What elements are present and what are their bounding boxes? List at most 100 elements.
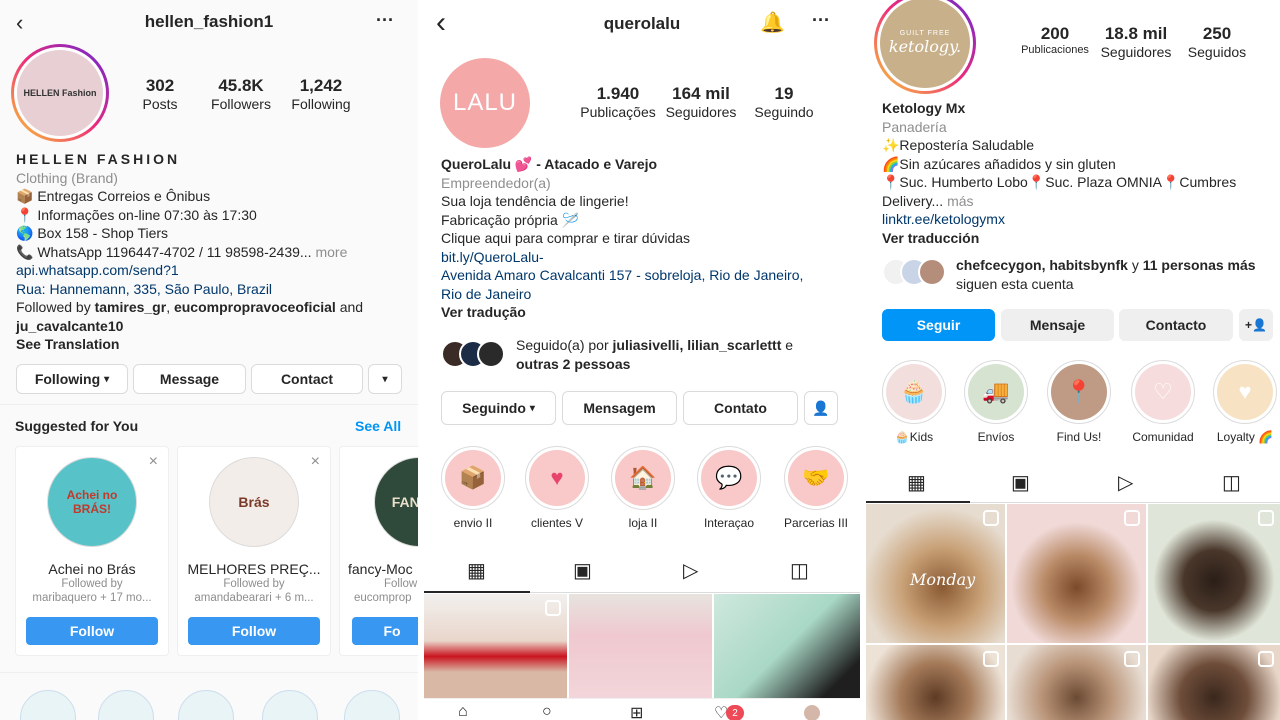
following-value: 250	[1202, 24, 1232, 43]
see-translation-link[interactable]: See Translation	[16, 335, 412, 354]
post-thumbnail[interactable]	[866, 645, 1005, 720]
following-button[interactable]: Following ▾	[16, 364, 128, 394]
message-button[interactable]: Mensaje	[1001, 309, 1114, 341]
posts-count[interactable]: 1.940 Publicações	[574, 84, 662, 120]
avatar-tagline: GUILT FREE	[899, 30, 951, 37]
close-icon[interactable]: ×	[311, 453, 320, 471]
posts-count[interactable]: 200 Publicaciones	[1014, 24, 1096, 56]
highlight-circle[interactable]	[262, 690, 318, 720]
suggestion-avatar[interactable]: Achei no BRÁS!	[47, 457, 137, 547]
avatar[interactable]: LALU	[440, 58, 530, 148]
highlight-interacao[interactable]: 💬 Interaçao	[694, 446, 764, 530]
followed-by-others[interactable]: 11 personas más	[1143, 257, 1256, 273]
suggestions-toggle-button[interactable]: ▾	[368, 364, 402, 394]
address-link[interactable]: Avenida Amaro Cavalcanti 157 - sobreloja…	[441, 266, 856, 285]
add-post-icon[interactable]: ⊞	[630, 703, 643, 720]
suggestion-name[interactable]: fancy-Moc	[340, 561, 418, 577]
play-icon[interactable]: ▷	[1118, 470, 1133, 495]
address-link[interactable]: Rio de Janeiro	[441, 285, 856, 304]
bio-link[interactable]: api.whatsapp.com/send?1	[16, 261, 412, 280]
highlight-loyalty[interactable]: ♥ Loyalty 🌈	[1210, 360, 1280, 444]
highlight-envios[interactable]: 🚚 Envíos	[962, 360, 1030, 444]
follow-button[interactable]: Follow	[188, 617, 320, 645]
suggestion-name[interactable]: Achei no Brás	[16, 561, 168, 577]
follow-button[interactable]: Seguir	[882, 309, 995, 341]
grid-icon[interactable]: ▦	[907, 470, 926, 495]
bio-link[interactable]: bit.ly/QueroLalu-	[441, 248, 856, 267]
add-person-button[interactable]: +👤	[1239, 309, 1273, 341]
message-button[interactable]: Message	[133, 364, 246, 394]
post-thumbnail[interactable]: Monday	[866, 504, 1005, 643]
search-icon[interactable]: ○	[542, 703, 552, 720]
add-person-button[interactable]: 👤	[804, 391, 838, 425]
translate-link[interactable]: Ver traducción	[882, 229, 1278, 248]
highlight-find-us[interactable]: 📍 Find Us!	[1045, 360, 1113, 444]
follow-button[interactable]: Fo	[352, 617, 418, 645]
tagged-icon[interactable]: ◫	[790, 558, 809, 583]
tagged-icon[interactable]: ◫	[1222, 470, 1241, 495]
post-thumbnail[interactable]	[1148, 504, 1280, 643]
highlight-kids[interactable]: 🧁 🧁Kids	[880, 360, 948, 444]
grid-icon[interactable]: ▦	[467, 558, 486, 583]
highlight-envio[interactable]: 📦 envio II	[438, 446, 508, 530]
highlight-circle[interactable]	[20, 690, 76, 720]
following-count[interactable]: 1,242 Following	[286, 76, 356, 112]
post-thumbnail[interactable]	[714, 594, 860, 698]
translate-link[interactable]: Ver tradução	[441, 303, 856, 322]
home-icon[interactable]: ⌂	[458, 703, 468, 720]
follow-button[interactable]: Follow	[26, 617, 158, 645]
following-count[interactable]: 250 Seguidos	[1180, 24, 1254, 60]
close-icon[interactable]: ×	[149, 453, 158, 471]
highlight-circle[interactable]	[344, 690, 400, 720]
followed-by-name[interactable]: ju_cavalcante10	[16, 317, 412, 336]
followed-by-name[interactable]: tamires_gr	[95, 299, 167, 315]
more-options-icon[interactable]: ···	[812, 10, 830, 31]
post-thumbnail[interactable]	[424, 594, 567, 698]
reels-icon[interactable]: ▣	[573, 558, 592, 583]
followers-count[interactable]: 18.8 mil Seguidores	[1096, 24, 1176, 60]
highlight-parcerias[interactable]: 🤝 Parcerias III	[776, 446, 856, 530]
followed-by-avatars[interactable]	[882, 258, 948, 288]
bio-link[interactable]: linktr.ee/ketologymx	[882, 210, 1278, 229]
highlight-circle[interactable]	[98, 690, 154, 720]
followed-by-avatars[interactable]	[441, 340, 507, 370]
highlight-clientes[interactable]: ♥ clientes V	[522, 446, 592, 530]
followed-by-name[interactable]: eucompropravoceoficial	[174, 299, 336, 315]
followed-by-name[interactable]: chefcecygon, habitsbynfk	[956, 257, 1128, 273]
reels-icon[interactable]: ▣	[1011, 470, 1030, 495]
following-count[interactable]: 19 Seguindo	[746, 84, 822, 120]
contact-button[interactable]: Contacto	[1119, 309, 1233, 341]
followers-count[interactable]: 164 mil Seguidores	[662, 84, 740, 120]
post-thumbnail[interactable]	[1148, 645, 1280, 720]
post-thumbnail[interactable]	[569, 594, 712, 698]
see-all-link[interactable]: See All	[355, 418, 401, 434]
highlight-loja[interactable]: 🏠 loja II	[608, 446, 678, 530]
message-button[interactable]: Mensagem	[562, 391, 677, 425]
more-link[interactable]: more	[315, 244, 347, 260]
followed-by-others[interactable]: outras 2 pessoas	[516, 355, 846, 374]
divider	[0, 672, 418, 673]
contact-button[interactable]: Contact	[251, 364, 363, 394]
profile-icon[interactable]	[804, 705, 820, 720]
highlight-circle[interactable]	[178, 690, 234, 720]
more-options-icon[interactable]: ···	[376, 10, 394, 31]
highlight-label: Find Us!	[1056, 430, 1102, 444]
more-link[interactable]: más	[947, 193, 973, 209]
contact-button[interactable]: Contato	[683, 391, 798, 425]
suggestion-avatar[interactable]: Brás	[209, 457, 299, 547]
address-link[interactable]: Rua: Hannemann, 335, São Paulo, Brazil	[16, 280, 412, 299]
followed-by-name[interactable]: juliasivelli, lilian_scarlettt	[613, 337, 782, 353]
suggestion-name[interactable]: MELHORES PREÇ...	[178, 561, 330, 577]
bell-icon[interactable]: 🔔	[760, 10, 785, 35]
post-thumbnail[interactable]	[1007, 504, 1146, 643]
avatar[interactable]: GUILT FREE ketology.	[874, 0, 976, 94]
highlight-comunidad[interactable]: ♡ Comunidad	[1127, 360, 1199, 444]
posts-count[interactable]: 302 Posts	[130, 76, 190, 112]
play-icon[interactable]: ▷	[683, 558, 698, 583]
suggestion-avatar[interactable]: FAN MO	[374, 457, 418, 547]
post-thumbnail[interactable]	[1007, 645, 1146, 720]
followers-count[interactable]: 45.8K Followers	[204, 76, 278, 112]
avatar[interactable]: HELLEN Fashion	[11, 44, 109, 142]
suggested-title: Suggested for You	[15, 418, 139, 434]
following-button[interactable]: Seguindo ▾	[441, 391, 556, 425]
